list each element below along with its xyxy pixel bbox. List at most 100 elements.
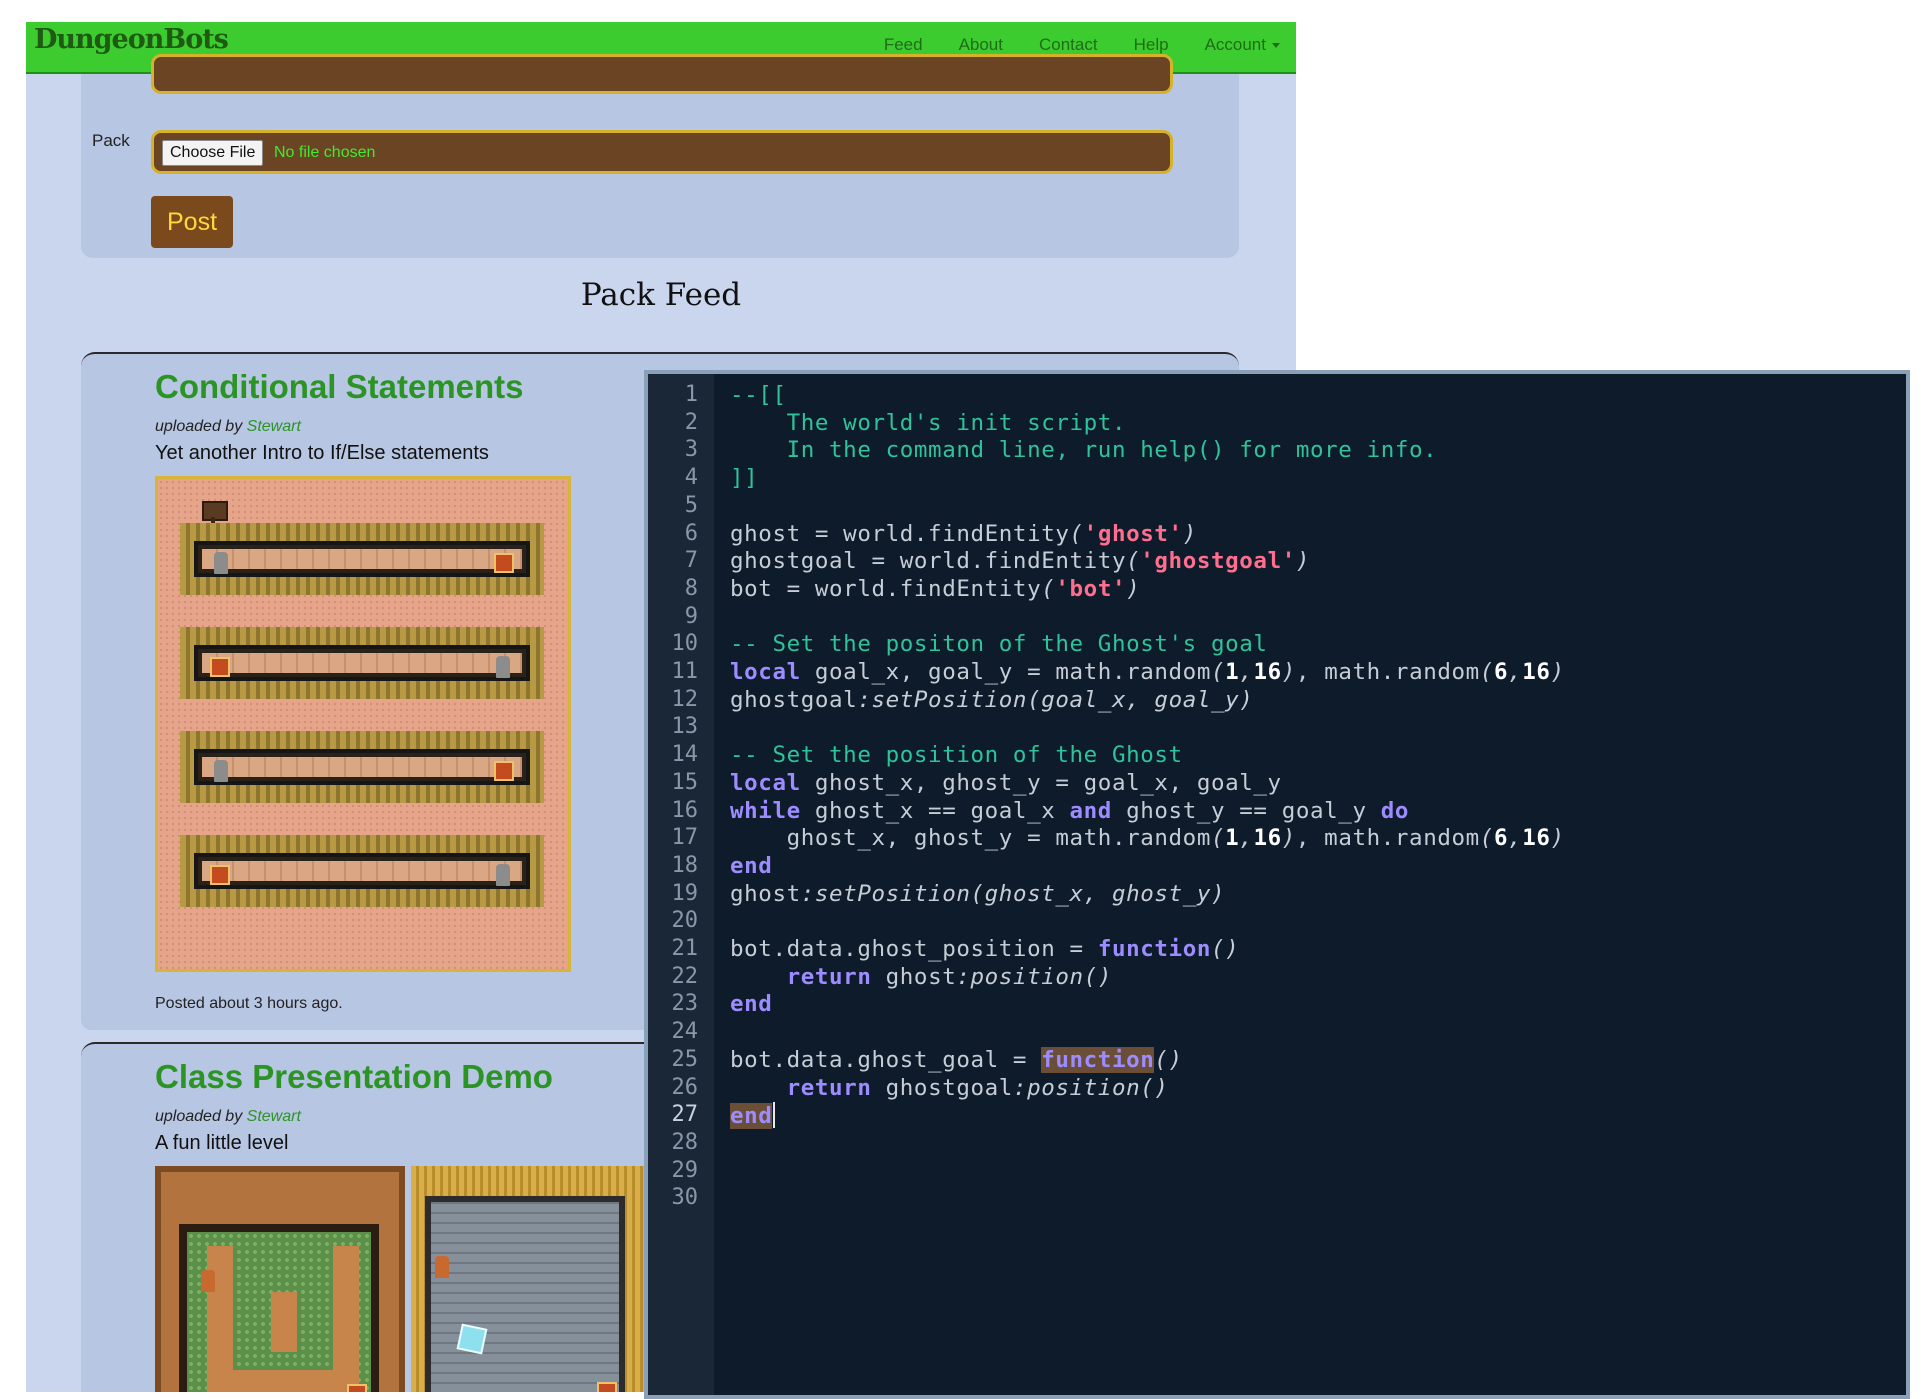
uploader-link[interactable]: Stewart [247,1108,301,1125]
code-token: 16 [1522,825,1551,852]
line-number: 27 [671,1102,699,1128]
code-editor[interactable]: 1 2 3 4 5 6 7 8 9 10 11 12 13 14 15 16 17 18 19 20 21 22 23 24 2… [644,370,1910,1399]
bot-icon [214,552,228,574]
code-line: ghostgoal = world.findEntity('ghostgoal'… [730,548,1310,574]
text-cursor [773,1102,776,1129]
code-token: ) [1126,575,1141,602]
uploaded-by-prefix: uploaded by [155,1108,243,1125]
code-line: ]] [730,465,758,491]
goal-tile-icon [210,657,230,677]
code-token: ( [1479,825,1494,852]
code-token: () [1210,936,1240,962]
code-line: ghostgoal:setPosition(goal_x, goal_y) [730,687,1253,713]
line-number: 9 [684,603,698,629]
code-token: :setPosition [800,880,971,907]
code-line: -- Set the positon of the Ghost's goal [730,631,1268,657]
caret-down-icon [1272,43,1280,49]
pack-title[interactable]: Class Presentation Demo [155,1058,553,1096]
code-token: 'ghostgoal' [1140,548,1296,575]
code-token: 1 [1225,825,1240,852]
code-line: -- Set the position of the Ghost [730,742,1183,768]
line-number: 23 [671,991,699,1017]
goal-tile-icon [347,1384,367,1392]
code-token: ) [1550,659,1565,685]
goal-tile-icon [210,865,230,885]
maze-path [333,1246,359,1392]
bot-icon [435,1256,449,1278]
line-number: 7 [684,548,698,574]
code-token: ( [1069,520,1084,547]
code-token: and [1069,797,1112,824]
code-token: function [1041,1046,1155,1073]
code-line: The world's init script. [730,410,1126,436]
code-token: ( [970,880,985,907]
code-line: local ghost_x, ghost_y = goal_x, goal_y [730,770,1282,796]
post-button[interactable]: Post [151,196,233,248]
code-token: ) [1281,659,1296,685]
uploader-link[interactable]: Stewart [247,418,301,435]
bot-icon [214,760,228,782]
code-token: :setPosition [857,686,1028,713]
code-token: return [786,963,872,990]
code-token: 16 [1253,825,1282,852]
line-number: 12 [671,686,699,712]
code-token: bot = world.findEntity [730,575,1042,602]
line-number: 10 [671,631,699,657]
code-token: while [730,797,801,824]
level-thumbnail[interactable] [155,1166,645,1392]
pack-description: A fun little level [155,1132,289,1154]
nav-contact[interactable]: Contact [1039,35,1098,55]
choose-file-button[interactable]: Choose File [162,140,264,166]
line-number: 21 [671,936,699,961]
nav-account[interactable]: Account [1205,35,1280,55]
code-token: local [730,769,801,796]
code-token: , math.random [1295,825,1480,852]
line-number: 30 [671,1185,699,1211]
file-input-partial[interactable] [151,54,1173,94]
line-number: 2 [684,409,698,435]
code-token: ( [1210,825,1226,852]
code-token: ) [1295,548,1311,575]
code-token: ) [1550,825,1565,852]
line-number: 11 [671,659,699,684]
code-line: bot.data.ghost_position = function() [730,936,1239,962]
code-token: ) [1239,686,1254,713]
code-line: ghost:setPosition(ghost_x, ghost_y) [730,881,1225,907]
code-token: 6 [1493,659,1509,685]
code-token: ghost_y == goal_y [1111,797,1381,824]
nav-help[interactable]: Help [1134,35,1169,55]
crystal-icon [456,1323,488,1355]
code-token: , [1508,825,1523,852]
level-thumbnail[interactable] [155,476,571,972]
code-token: ghostgoal = world.findEntity [730,548,1127,575]
code-token: , [1239,659,1254,685]
line-number-gutter: 1 2 3 4 5 6 7 8 9 10 11 12 13 14 15 16 17 18 19 20 21 22 23 24 2… [648,374,714,1395]
pack-file-input[interactable]: Choose File No file chosen [151,130,1173,174]
code-line: return ghostgoal:position() [730,1075,1169,1101]
code-line: ghost_x, ghost_y = math.random(1,16), ma… [730,825,1565,851]
code-token: ) [1211,880,1226,907]
code-line: In the command line, run help() for more… [730,437,1437,463]
line-number: 28 [671,1129,699,1155]
code-line: end [730,1102,776,1130]
nav-feed[interactable]: Feed [884,35,923,55]
upload-panel: Pack Choose File No file chosen Post [81,54,1239,258]
code-token: goal_x, goal_y [1041,686,1240,713]
line-number: 6 [684,520,698,546]
line-number: 5 [684,492,698,518]
maze-path [271,1292,297,1352]
code-token: ghost_x, ghost_y [984,880,1211,907]
line-number: 16 [671,797,699,823]
bot-icon [201,1270,215,1292]
code-token: 'bot' [1055,575,1127,602]
line-number: 8 [684,575,698,601]
pack-title[interactable]: Conditional Statements [155,368,524,406]
nav-about[interactable]: About [959,35,1003,55]
maze-level-image [155,1166,405,1392]
line-number: 13 [671,714,699,740]
code-token: ) [1281,825,1296,852]
code-token: , [1239,825,1254,852]
brand-logo[interactable]: DungeonBots [34,24,229,55]
code-token: -- Set the positon of the Ghost's goal [730,631,1268,658]
goal-tile-icon [494,553,514,573]
